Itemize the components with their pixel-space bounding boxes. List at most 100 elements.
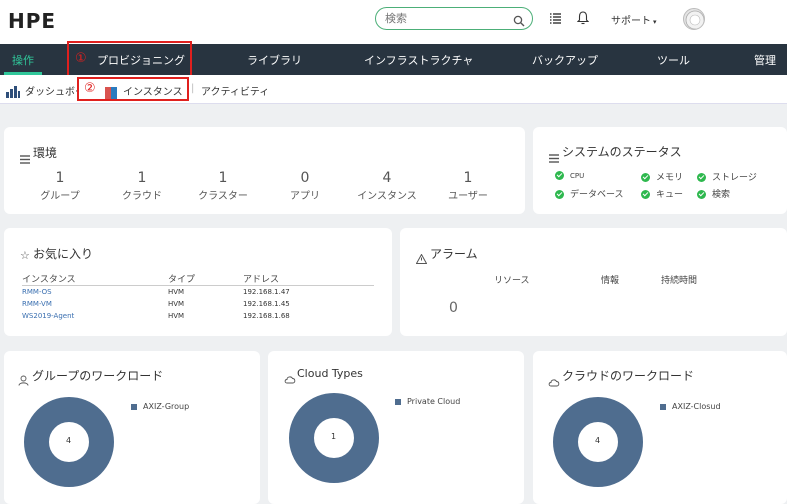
status-label: メモリ xyxy=(656,173,684,183)
column-header-resource: リソース xyxy=(494,276,530,286)
stat-value: 1 xyxy=(463,170,473,186)
favorites-table: インスタンス タイプ アドレス RMM-OS HVM 192.168.1.47 … xyxy=(22,272,374,322)
status-storage: ストレージ xyxy=(697,170,757,183)
top-bar: HPE サポート▾ xyxy=(0,0,787,44)
type-cell: HVM xyxy=(168,311,185,320)
status-memory: メモリ xyxy=(641,170,683,183)
callout-number-2: ② xyxy=(84,81,96,96)
status-label: データベース xyxy=(570,190,624,200)
stat-groups[interactable]: 1 グループ xyxy=(15,170,105,202)
stat-label: グループ xyxy=(40,191,80,202)
environment-title: 環境 xyxy=(33,146,58,160)
table-row: WS2019-Agent HVM 192.168.1.68 xyxy=(22,310,374,322)
stat-label: ユーザー xyxy=(448,191,488,202)
stat-label: クラウド xyxy=(122,191,162,202)
stat-apps[interactable]: 0 アプリ xyxy=(260,170,350,202)
status-label: 検索 xyxy=(712,190,731,200)
stat-label: アプリ xyxy=(290,191,320,202)
type-cell: HVM xyxy=(168,287,185,296)
list-icon xyxy=(549,148,559,167)
nav-item-operations[interactable]: 操作 xyxy=(12,52,34,68)
stat-value: 1 xyxy=(218,170,228,186)
dashboard-icon xyxy=(6,83,20,102)
alarms-title: アラーム xyxy=(430,247,478,261)
stat-users[interactable]: 1 ユーザー xyxy=(423,170,513,202)
search-input[interactable] xyxy=(385,11,505,26)
support-menu[interactable]: サポート ▾ xyxy=(611,12,657,27)
check-icon xyxy=(641,190,650,199)
legend-item[interactable]: Private Cloud xyxy=(395,397,460,406)
stat-value: 1 xyxy=(137,170,147,186)
stat-value: 1 xyxy=(55,170,65,186)
group-workload-card: グループのワークロード 4 AXIZ-Group xyxy=(4,351,260,504)
callout-number-1: ① xyxy=(75,51,87,66)
status-queue: キュー xyxy=(641,187,683,200)
stat-label: クラスター xyxy=(198,191,248,202)
cloud-icon xyxy=(284,369,296,388)
status-label: キュー xyxy=(656,190,684,200)
favorites-title: お気に入り xyxy=(33,247,94,261)
alarms-card: アラーム リソース 情報 持続時間 0 xyxy=(400,228,787,336)
bell-icon[interactable] xyxy=(576,10,590,29)
avatar[interactable] xyxy=(683,8,705,30)
donut-value: 4 xyxy=(595,436,601,445)
stat-clusters[interactable]: 1 クラスター xyxy=(178,170,268,202)
nav-item-tools[interactable]: ツール xyxy=(657,52,690,68)
list-icon xyxy=(20,149,30,168)
check-icon xyxy=(697,190,706,199)
stat-label: インスタンス xyxy=(357,191,417,202)
donut-value: 4 xyxy=(66,436,72,445)
system-status-title: システムのステータス xyxy=(562,145,682,159)
status-search: 検索 xyxy=(697,187,730,200)
user-icon xyxy=(18,371,29,390)
stat-value: 0 xyxy=(300,170,310,186)
nav-item-library[interactable]: ライブラリ xyxy=(247,52,302,68)
search-icon[interactable] xyxy=(513,12,525,31)
legend-label: AXIZ-Group xyxy=(143,402,190,411)
stat-instances[interactable]: 4 インスタンス xyxy=(342,170,432,202)
legend-item[interactable]: AXIZ-Group xyxy=(131,402,189,411)
stat-value: 4 xyxy=(382,170,392,186)
callout-box-instances[interactable]: ② インスタンス xyxy=(77,77,189,101)
legend-swatch xyxy=(131,403,137,410)
system-status-card: システムのステータス CPU メモリ ストレージ データベース キュー 検索 xyxy=(533,127,787,214)
table-row: RMM-VM HVM 192.168.1.45 xyxy=(22,298,374,310)
instance-link[interactable]: RMM-OS xyxy=(22,286,168,298)
hpe-logo[interactable]: HPE xyxy=(8,9,56,33)
address-cell: 192.168.1.68 xyxy=(243,311,290,320)
donut-value: 1 xyxy=(331,432,337,441)
check-icon xyxy=(697,173,706,182)
group-workload-title: グループのワークロード xyxy=(32,369,164,383)
address-cell: 192.168.1.45 xyxy=(243,299,290,308)
instance-link[interactable]: RMM-VM xyxy=(22,298,168,310)
subnav-item-activity[interactable]: アクティビティ xyxy=(201,83,269,98)
check-icon xyxy=(641,173,650,182)
list-icon[interactable] xyxy=(549,10,562,29)
type-cell: HVM xyxy=(168,299,185,308)
legend-swatch xyxy=(660,403,666,410)
column-header-info: 情報 xyxy=(601,276,620,286)
nav-item-infrastructure[interactable]: インフラストラクチャ xyxy=(364,52,473,68)
cloud-workload-title: クラウドのワークロード xyxy=(562,369,695,383)
check-icon xyxy=(555,171,564,180)
status-database: データベース xyxy=(555,187,624,200)
stat-clouds[interactable]: 1 クラウド xyxy=(97,170,187,202)
cloud-icon xyxy=(548,372,560,391)
cloud-types-card: Cloud Types 1 Private Cloud xyxy=(268,351,524,504)
status-label: ストレージ xyxy=(712,173,757,183)
column-header-address: アドレス xyxy=(243,272,374,286)
legend-item[interactable]: AXIZ-Closud xyxy=(660,402,721,411)
subnav-item-instances[interactable]: インスタンス xyxy=(123,83,183,98)
column-header-type: タイプ xyxy=(168,272,243,286)
nav-item-backup[interactable]: バックアップ xyxy=(532,52,598,68)
instances-icon xyxy=(105,84,117,103)
table-row: RMM-OS HVM 192.168.1.47 xyxy=(22,286,374,298)
status-cpu: CPU xyxy=(555,171,584,181)
nav-item-admin[interactable]: 管理 xyxy=(754,52,776,68)
instance-link[interactable]: WS2019-Agent xyxy=(22,310,168,322)
search-box[interactable] xyxy=(375,7,533,30)
check-icon xyxy=(555,190,564,199)
address-cell: 192.168.1.47 xyxy=(243,287,290,296)
alarm-count: 0 xyxy=(449,300,458,316)
environment-card: 環境 1 グループ 1 クラウド 1 クラスター 0 アプリ 4 インスタンス 1 ユーザー xyxy=(4,127,525,214)
